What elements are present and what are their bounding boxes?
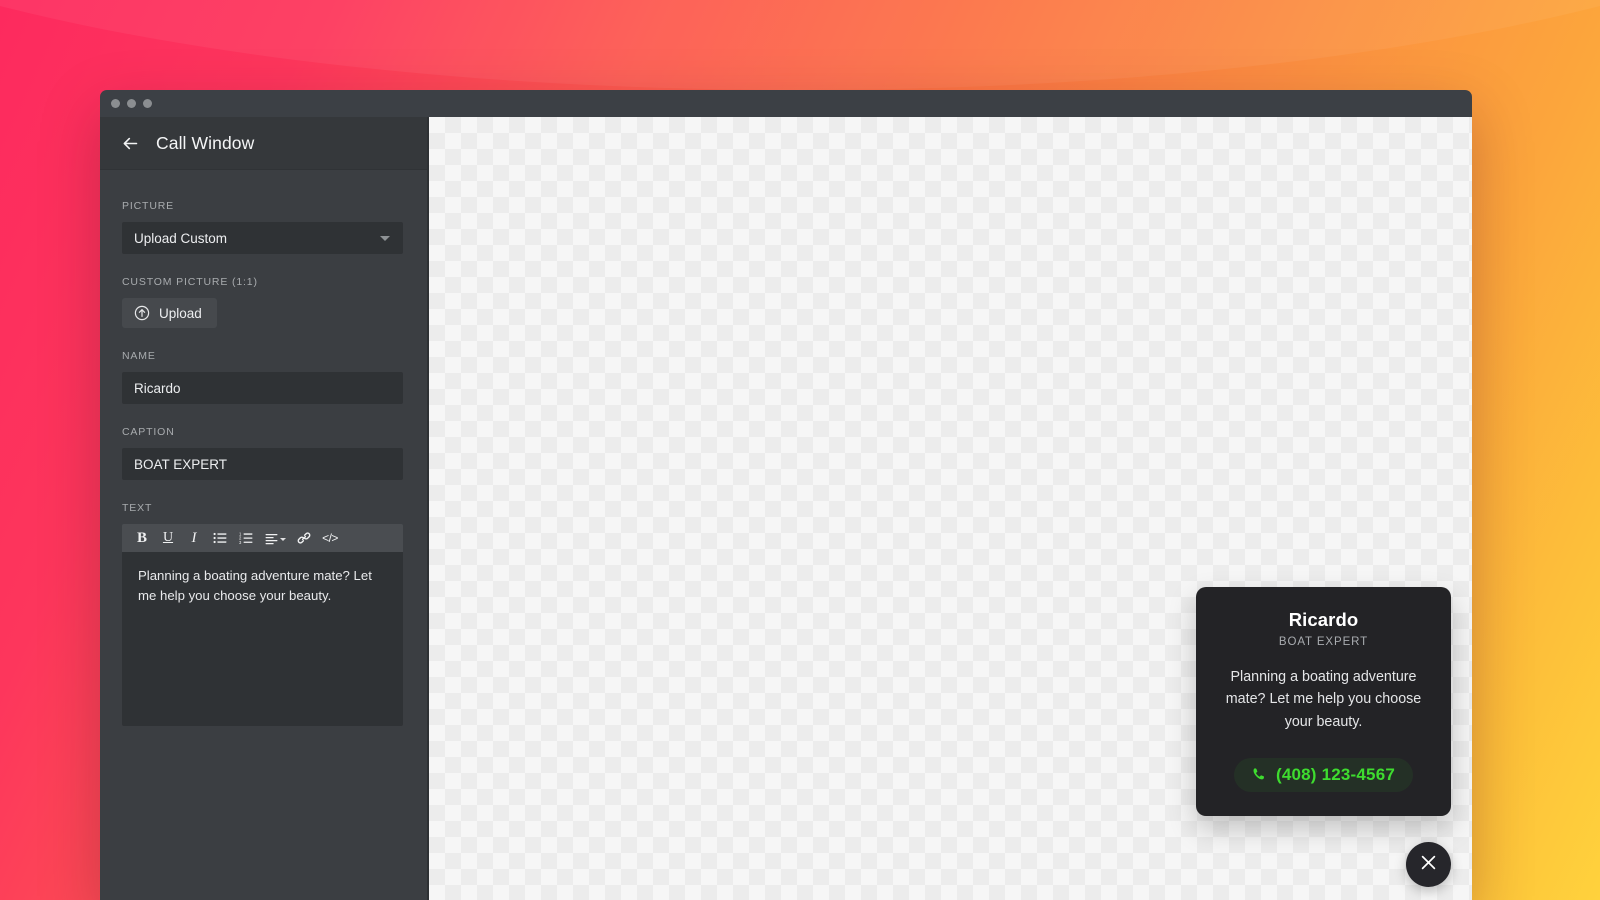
upload-button-label: Upload — [159, 305, 202, 321]
call-card-widget: Ricardo BOAT EXPERT Planning a boating a… — [1196, 587, 1451, 816]
list-ol-icon[interactable]: 1 2 3 — [234, 527, 258, 549]
bold-button[interactable]: B — [130, 527, 154, 549]
name-input[interactable]: Ricardo — [122, 372, 403, 404]
field-label-caption: CAPTION — [122, 426, 175, 438]
caption-input[interactable]: BOAT EXPERT — [122, 448, 403, 480]
picture-source-select[interactable]: Upload Custom — [122, 222, 403, 254]
page-title: Call Window — [156, 132, 255, 153]
arrow-left-icon[interactable] — [121, 134, 140, 153]
field-picture: PICTURE Upload Custom — [122, 200, 403, 254]
call-card-phone-number: (408) 123-4567 — [1275, 764, 1396, 784]
call-card-phone-button[interactable]: (408) 123-4567 — [1233, 757, 1414, 792]
align-left-icon[interactable] — [260, 527, 290, 549]
field-label-custom-picture: CUSTOM PICTURE (1:1) — [122, 276, 258, 288]
call-card-caption: BOAT EXPERT — [1278, 636, 1369, 648]
chevron-down-icon — [380, 236, 390, 241]
underline-button[interactable]: U — [156, 527, 180, 549]
close-icon — [1418, 852, 1439, 878]
app-window: Call Window PICTURE Upload Custom CUSTOM… — [100, 90, 1472, 900]
phone-icon — [1252, 767, 1267, 782]
field-label-name: NAME — [122, 350, 156, 362]
close-button[interactable] — [1406, 842, 1451, 887]
call-card-text: Planning a boating adventure mate? Let m… — [1225, 669, 1422, 730]
field-label-picture: PICTURE — [122, 200, 175, 212]
window-close-dot[interactable] — [111, 99, 120, 108]
window-body: Call Window PICTURE Upload Custom CUSTOM… — [100, 117, 1472, 900]
align-dropdown-caret-icon — [279, 538, 286, 541]
window-maximize-dot[interactable] — [143, 99, 152, 108]
body-text-editor[interactable]: Planning a boating adventure mate? Let m… — [122, 552, 403, 726]
svg-text:3: 3 — [239, 540, 242, 545]
desktop-backdrop: Call Window PICTURE Upload Custom CUSTOM… — [0, 0, 1600, 900]
window-minimize-dot[interactable] — [127, 99, 136, 108]
preview-canvas: Ricardo BOAT EXPERT Planning a boating a… — [429, 117, 1472, 900]
link-icon[interactable] — [292, 527, 316, 549]
field-label-text: TEXT — [122, 502, 153, 514]
italic-button[interactable]: I — [182, 527, 206, 549]
field-text: TEXT B U I 1 2 3 </> Planning a boating … — [122, 502, 403, 726]
settings-sidebar: Call Window PICTURE Upload Custom CUSTOM… — [100, 117, 429, 900]
rich-text-toolbar: B U I 1 2 3 </> — [122, 524, 403, 552]
upload-button[interactable]: Upload — [122, 298, 217, 328]
call-card-name: Ricardo — [1288, 609, 1359, 630]
sidebar-form: PICTURE Upload Custom CUSTOM PICTURE (1:… — [100, 170, 427, 900]
field-caption: CAPTION BOAT EXPERT — [122, 426, 403, 480]
field-custom-picture: CUSTOM PICTURE (1:1) Upload — [122, 276, 403, 328]
backdrop-arc-decoration — [0, 0, 1600, 90]
field-name: NAME Ricardo — [122, 350, 403, 404]
window-title-bar — [100, 90, 1472, 117]
list-ul-icon[interactable] — [208, 527, 232, 549]
source-code-button[interactable]: </> — [318, 527, 342, 549]
sidebar-header: Call Window — [100, 117, 427, 170]
picture-source-value: Upload Custom — [134, 230, 228, 246]
upload-circle-icon — [134, 305, 150, 321]
